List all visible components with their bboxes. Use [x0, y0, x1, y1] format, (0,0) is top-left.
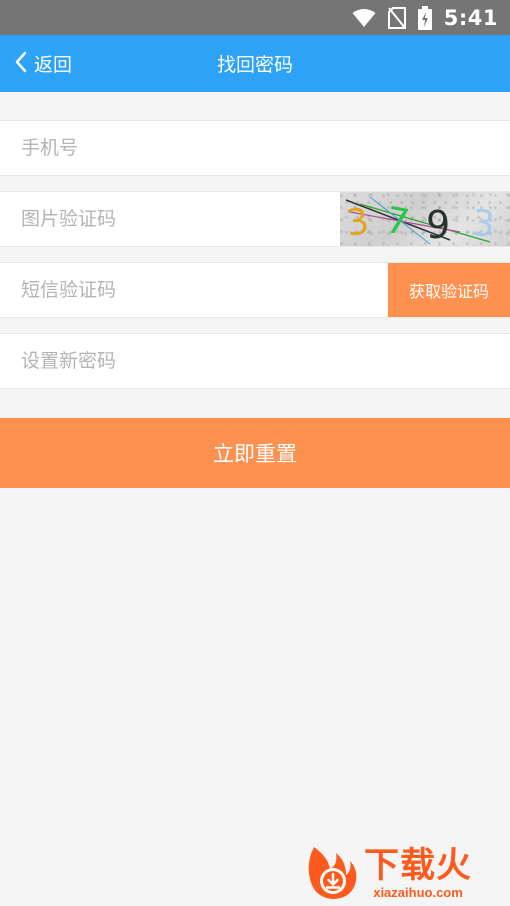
get-sms-code-button[interactable]: 获取验证码 [388, 263, 510, 317]
image-code-row: 3 7 9 3 [0, 191, 510, 247]
new-password-input[interactable] [0, 334, 510, 388]
back-button[interactable]: 返回 [14, 35, 72, 92]
watermark-en: xiazaihuo.com [373, 885, 463, 900]
status-time: 5:41 [443, 5, 498, 30]
new-password-row [0, 333, 510, 389]
captcha-char: 3 [470, 203, 497, 246]
phone-row [0, 120, 510, 176]
captcha-char: 9 [426, 203, 450, 246]
battery-charging-icon [417, 5, 432, 30]
reset-now-button[interactable]: 立即重置 [0, 418, 510, 488]
flame-download-icon [302, 843, 360, 905]
watermark-text: 下载火 xiazaihuo.com [364, 846, 473, 900]
nav-bar: 返回 找回密码 [0, 35, 510, 92]
phone-input[interactable] [0, 121, 510, 175]
wifi-icon [352, 8, 376, 28]
chevron-left-icon [14, 51, 28, 77]
status-bar: 5:41 [0, 0, 510, 35]
captcha-char: 7 [383, 200, 413, 244]
watermark-logo: 下载火 xiazaihuo.com [302, 844, 506, 904]
page-title: 找回密码 [216, 54, 293, 76]
watermark-cn: 下载火 [364, 846, 473, 886]
no-sim-icon [387, 6, 406, 29]
image-code-input[interactable] [0, 192, 340, 246]
captcha-image[interactable]: 3 7 9 3 [340, 192, 510, 246]
back-label: 返回 [34, 54, 73, 76]
sms-code-row: 获取验证码 [0, 262, 510, 318]
sms-code-input[interactable] [0, 263, 388, 317]
